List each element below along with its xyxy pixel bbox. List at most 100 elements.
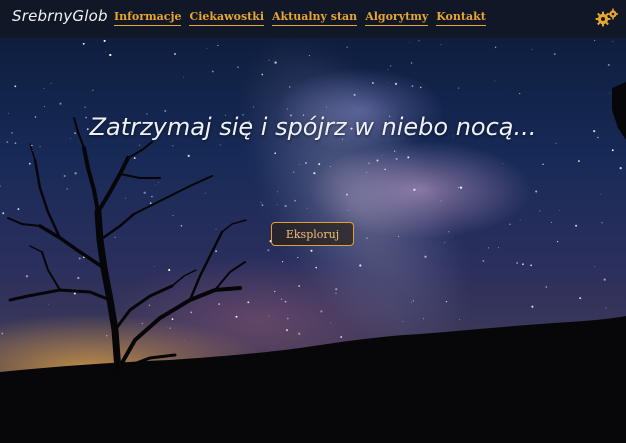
star <box>274 152 276 154</box>
star <box>172 145 174 147</box>
nav-link-kontakt[interactable]: Kontakt <box>436 10 486 26</box>
star <box>293 171 295 173</box>
star <box>286 317 289 320</box>
star <box>288 86 291 88</box>
star <box>411 301 413 303</box>
star <box>25 275 29 278</box>
star <box>285 329 289 332</box>
star <box>607 63 610 66</box>
star <box>448 231 450 233</box>
star <box>158 181 160 183</box>
star <box>168 268 171 272</box>
star <box>261 73 264 76</box>
star <box>44 106 46 107</box>
star <box>277 204 278 206</box>
star <box>519 92 521 95</box>
star <box>519 219 521 221</box>
star <box>237 66 239 68</box>
star <box>539 210 541 212</box>
star <box>326 106 327 108</box>
star <box>63 175 66 177</box>
star <box>308 55 310 57</box>
star <box>282 261 284 263</box>
star <box>103 39 106 42</box>
nav-link-ciekawostki[interactable]: Ciekawostki <box>189 10 265 26</box>
star <box>497 247 499 249</box>
star <box>411 85 414 88</box>
star <box>47 303 49 305</box>
star <box>605 307 607 309</box>
star <box>556 240 559 243</box>
star <box>594 40 596 42</box>
star <box>545 286 547 288</box>
star <box>247 301 250 304</box>
star <box>297 256 299 259</box>
star <box>268 315 270 317</box>
star <box>183 339 185 340</box>
star <box>92 89 94 91</box>
star <box>28 162 31 165</box>
star <box>577 160 580 163</box>
star <box>2 212 5 215</box>
top-navigation-bar: SrebrnyGlob Informacje Ciekawostki Aktua… <box>0 0 626 38</box>
star <box>277 191 278 193</box>
explore-button[interactable]: Eksploruj <box>271 222 354 246</box>
star <box>366 171 368 173</box>
nav-link-informacje[interactable]: Informacje <box>114 10 182 26</box>
star <box>542 163 544 165</box>
star <box>482 259 485 262</box>
star <box>252 106 255 108</box>
star <box>59 102 62 105</box>
star <box>368 162 370 164</box>
star <box>218 303 221 306</box>
star <box>190 311 193 314</box>
star <box>609 92 611 94</box>
star <box>169 327 171 329</box>
star <box>149 202 152 205</box>
star <box>402 321 404 323</box>
star <box>394 150 396 152</box>
star <box>286 108 288 110</box>
star <box>50 82 52 84</box>
star <box>601 222 603 224</box>
star <box>84 106 86 108</box>
bare-tree-silhouette <box>7 117 247 374</box>
star <box>444 241 446 243</box>
star <box>409 41 411 43</box>
star <box>284 300 287 303</box>
star <box>398 236 400 237</box>
star <box>274 61 277 64</box>
star <box>114 236 116 238</box>
star <box>531 305 534 308</box>
star <box>389 65 392 67</box>
star <box>521 263 524 266</box>
nav-link-algorytmy[interactable]: Algorytmy <box>365 10 429 26</box>
star <box>600 193 601 195</box>
star <box>445 300 448 303</box>
star <box>141 322 143 325</box>
star <box>43 88 45 89</box>
star <box>211 70 214 73</box>
hills-silhouette <box>0 316 626 443</box>
star <box>410 62 413 64</box>
star <box>187 154 190 158</box>
star <box>394 82 398 86</box>
star <box>313 172 316 175</box>
star <box>335 292 337 294</box>
star <box>171 318 174 320</box>
star <box>330 166 332 167</box>
star <box>553 53 556 55</box>
star <box>376 159 379 162</box>
star <box>66 188 68 190</box>
settings-button[interactable] <box>595 8 619 28</box>
nav-link-aktualny-stan[interactable]: Aktualny stan <box>272 10 358 26</box>
star <box>268 59 270 61</box>
site-logo[interactable]: SrebrnyGlob <box>12 7 108 25</box>
star <box>294 199 297 202</box>
star <box>346 46 348 48</box>
star <box>458 319 460 320</box>
star <box>154 184 156 186</box>
star <box>215 228 217 230</box>
star <box>73 292 76 295</box>
star <box>366 237 368 240</box>
